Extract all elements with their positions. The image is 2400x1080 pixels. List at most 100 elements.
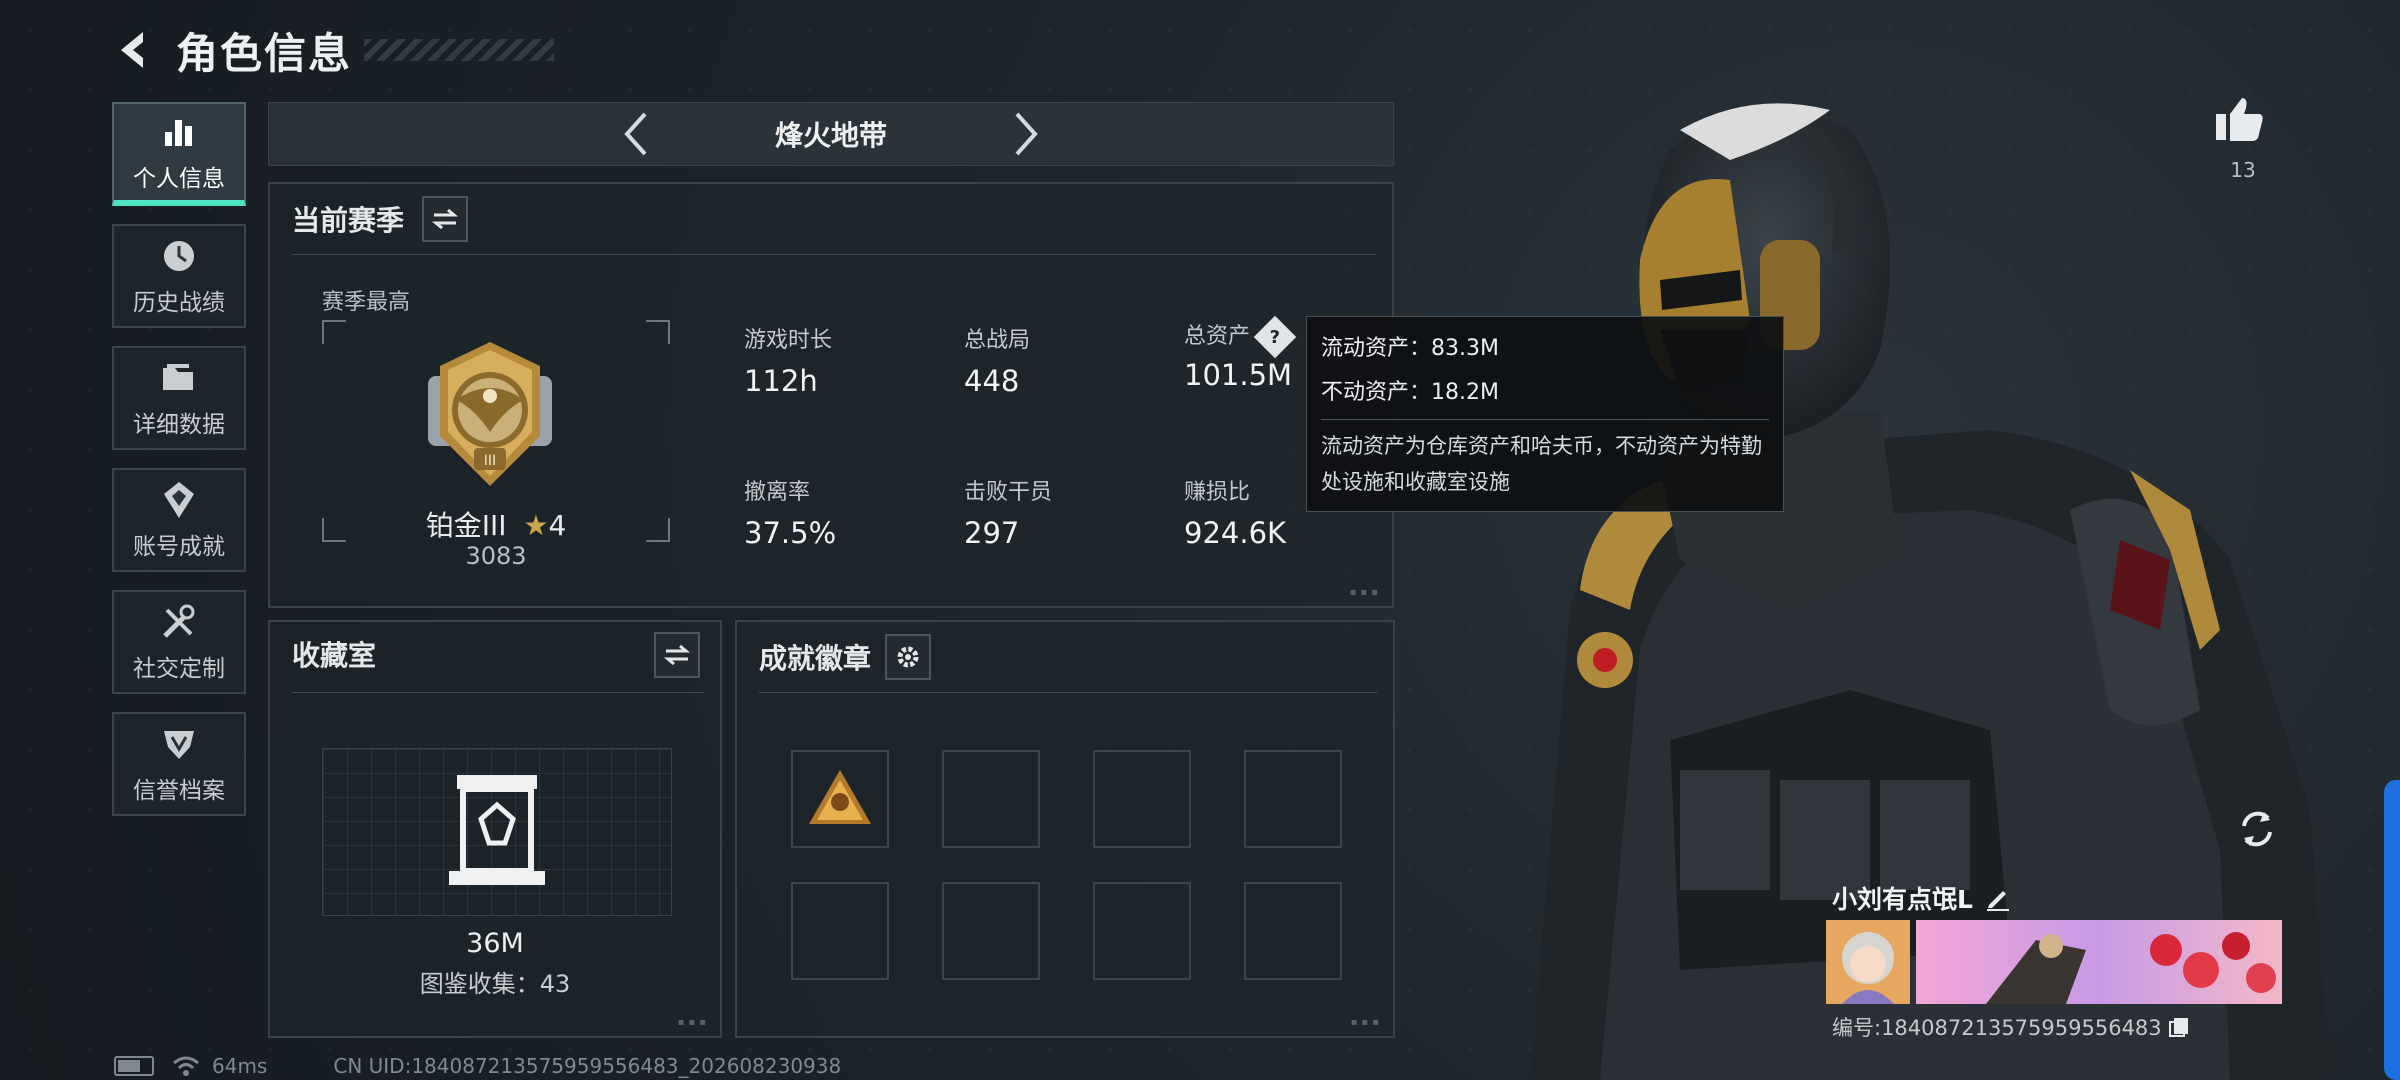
divider — [759, 692, 1377, 693]
nav-item-history[interactable]: 历史战绩 — [112, 224, 246, 328]
badge-slot[interactable] — [1244, 882, 1342, 980]
ping-value: 64ms — [212, 1054, 268, 1078]
stat-play-time: 游戏时长 112h — [744, 322, 832, 398]
season-switch-button[interactable] — [422, 196, 469, 242]
stat-extract-rate: 撤离率 37.5% — [744, 474, 836, 550]
profile-banner[interactable] — [1916, 920, 2282, 1004]
season-best-label: 赛季最高 — [322, 290, 411, 315]
thumbs-up-icon — [2216, 98, 2263, 141]
rank-name: 铂金III ★4 — [322, 504, 670, 544]
player-name-row: 小刘有点氓L — [1832, 880, 2011, 916]
stat-label: 游戏时长 — [744, 328, 833, 353]
collection-value: 36M — [466, 928, 524, 959]
assets-tooltip: 流动资产：83.3M 不动资产：18.2M 流动资产为仓库资产和哈夫币，不动资产… — [1306, 316, 1784, 512]
chevron-left-icon — [624, 112, 647, 156]
triangle-badge-icon — [809, 770, 871, 824]
divider — [292, 254, 1376, 255]
player-id-row: 编号:184087213575959556483 — [1832, 1012, 2190, 1042]
help-icon[interactable]: ? — [1253, 315, 1297, 359]
banner-image — [1916, 920, 2282, 1004]
fixed-assets: 不动资产：18.2M — [1321, 380, 1499, 405]
panel-title: 收藏室 — [292, 639, 377, 672]
badge-slot[interactable] — [1093, 750, 1191, 848]
nav-label: 详细数据 — [133, 412, 225, 438]
badge-slot[interactable] — [942, 750, 1040, 848]
swap-icon — [664, 644, 690, 666]
stat-kills: 击败干员 297 — [964, 474, 1052, 550]
side-nav: 个人信息 历史战绩 详细数据 账号成就 社交定制 信誉档案 — [112, 102, 248, 834]
liquid-assets: 流动资产：83.3M — [1321, 336, 1499, 361]
copy-icon[interactable] — [2168, 1016, 2190, 1038]
stat-value: 297 — [964, 516, 1020, 550]
divider — [292, 692, 704, 693]
back-arrow-icon — [121, 32, 143, 68]
stat-total-assets: 总资产? 101.5M — [1184, 315, 1297, 392]
mode-prev-button[interactable] — [611, 109, 661, 159]
nav-item-personal-info[interactable]: 个人信息 — [112, 102, 246, 206]
battery-icon — [114, 1056, 154, 1076]
stat-profit-ratio: 赚损比 924.6K — [1184, 474, 1286, 550]
tools-icon — [159, 601, 199, 643]
badge-slot[interactable] — [1244, 750, 1342, 848]
nav-item-reputation[interactable]: 信誉档案 — [112, 712, 246, 816]
collection-count: 图鉴收集：43 — [419, 970, 571, 998]
refresh-icon — [2242, 811, 2272, 847]
panel-head: 成就徽章 — [759, 634, 932, 680]
stat-label: 赚损比 — [1184, 480, 1251, 505]
reputation-shield-icon — [160, 723, 198, 765]
rank-title: 铂金III — [425, 509, 507, 542]
stat-label: 击败干员 — [964, 480, 1053, 505]
assets-note: 流动资产为仓库资产和哈夫币，不动资产为特勤处设施和收藏室设施 — [1321, 434, 1762, 494]
stat-value: 448 — [964, 364, 1020, 398]
nav-item-detail-data[interactable]: 详细数据 — [112, 346, 246, 450]
uid-text: CN UID:184087213575959556483_20260823093… — [333, 1054, 842, 1078]
stat-label: 总战局 — [964, 328, 1031, 353]
nav-item-achievements[interactable]: 账号成就 — [112, 468, 246, 572]
folder-icon — [159, 357, 199, 399]
swap-icon — [432, 208, 459, 230]
panel-head: 收藏室 — [292, 634, 376, 674]
corner-decoration: ▪▪▪ — [677, 1017, 710, 1028]
side-drawer-handle[interactable] — [2384, 780, 2400, 1080]
stat-value: 101.5M — [1184, 358, 1293, 392]
history-clock-icon — [160, 235, 198, 277]
gear-icon — [897, 646, 919, 668]
badge-slot[interactable] — [791, 882, 889, 980]
nav-label: 历史战绩 — [133, 290, 225, 316]
badge-settings-button[interactable] — [885, 634, 932, 680]
collection-display[interactable] — [322, 748, 672, 916]
refresh-button[interactable] — [2234, 806, 2280, 852]
page-title: 角色信息 — [176, 28, 353, 78]
badge-slot[interactable] — [791, 750, 889, 848]
panel-title: 当前赛季 — [292, 204, 405, 237]
collection-switch-button[interactable] — [654, 632, 700, 678]
achievement-badges-panel: 成就徽章 ▪▪▪ — [735, 620, 1395, 1038]
nav-label: 信誉档案 — [133, 778, 225, 804]
back-button[interactable] — [112, 27, 154, 73]
nav-item-social-customize[interactable]: 社交定制 — [112, 590, 246, 694]
badge-slot[interactable] — [1093, 882, 1191, 980]
mode-next-button[interactable] — [1001, 109, 1051, 159]
player-name: 小刘有点氓L — [1832, 885, 1973, 914]
current-season-panel: 当前赛季 赛季最高 III 铂金III ★4 3083 游戏时长 112h 总战… — [268, 182, 1394, 608]
player-id: 编号:184087213575959556483 — [1832, 1016, 2162, 1040]
mode-selector: 烽火地带 — [268, 102, 1394, 166]
nav-label: 社交定制 — [133, 656, 225, 682]
avatar-image — [1826, 920, 1910, 1004]
achievement-badge-icon — [160, 479, 198, 521]
like-button[interactable] — [2214, 96, 2272, 146]
panel-head: 当前赛季 — [292, 196, 469, 242]
stat-total-matches: 总战局 448 — [964, 322, 1030, 398]
total-assets-label: 总资产 — [1184, 324, 1251, 349]
stat-label: 撤离率 — [744, 480, 811, 505]
bar-chart-icon — [161, 111, 197, 153]
edit-pencil-icon[interactable] — [1985, 885, 2011, 911]
badge-slot[interactable] — [942, 882, 1040, 980]
stat-value: 924.6K — [1184, 516, 1287, 550]
status-bar: 64ms CN UID:184087213575959556483_202608… — [114, 1054, 841, 1078]
stat-value: 112h — [744, 364, 818, 398]
svg-text:III: III — [484, 453, 496, 469]
rank-star-icon: ★ — [523, 509, 549, 542]
avatar[interactable] — [1826, 920, 1910, 1004]
like-count: 13 — [2230, 158, 2256, 182]
